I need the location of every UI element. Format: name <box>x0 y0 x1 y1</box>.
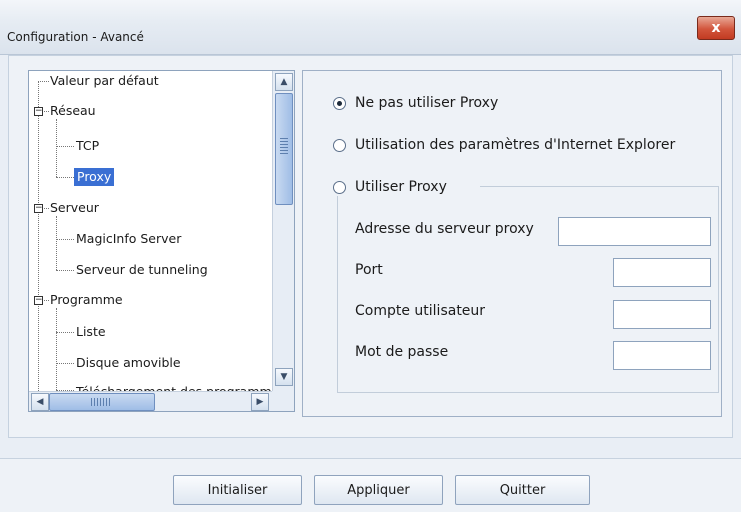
scrollbar-corner <box>272 391 294 411</box>
proxy-address-input[interactable] <box>558 217 711 246</box>
tree-connector <box>38 81 49 82</box>
tree-view[interactable]: − − − Valeur par défaut Réseau TCP Proxy… <box>29 71 272 391</box>
apply-button[interactable]: Appliquer <box>314 475 443 505</box>
radio-no-proxy[interactable] <box>333 97 346 110</box>
radio-no-proxy-label[interactable]: Ne pas utiliser Proxy <box>355 95 498 111</box>
radio-use-proxy-label[interactable]: Utiliser Proxy <box>355 179 447 195</box>
arrow-right-icon: ▶ <box>256 397 264 407</box>
arrow-up-icon: ▲ <box>280 77 288 87</box>
collapse-toggle-programme[interactable]: − <box>34 296 43 305</box>
tree-connector <box>56 239 74 240</box>
tree-connector <box>42 300 49 301</box>
tree-item-tcp[interactable]: TCP <box>76 137 99 155</box>
tree-item-valeur-par-defaut[interactable]: Valeur par défaut <box>50 72 159 90</box>
thumb-grip <box>280 141 288 142</box>
tree-connector <box>56 363 74 364</box>
tree-item-programme[interactable]: Programme <box>50 291 123 309</box>
arrow-left-icon: ◀ <box>36 397 44 407</box>
quit-button[interactable]: Quitter <box>455 475 590 505</box>
tree-connector <box>38 81 39 391</box>
tree-item-liste[interactable]: Liste <box>76 323 106 341</box>
user-account-label: Compte utilisateur <box>355 303 486 319</box>
title-bar: Configuration - Avancé x <box>0 0 741 55</box>
scroll-right-button[interactable]: ▶ <box>251 393 269 411</box>
radio-ie-settings[interactable] <box>333 139 346 152</box>
vertical-scroll-thumb[interactable] <box>275 93 293 205</box>
tree-item-magicinfo-server[interactable]: MagicInfo Server <box>76 230 181 248</box>
tree-connector <box>56 308 57 391</box>
radio-selected-dot <box>337 101 342 106</box>
proxy-address-label: Adresse du serveur proxy <box>355 221 534 237</box>
tree-connector <box>56 146 74 147</box>
tree-connector <box>42 208 49 209</box>
thumb-grip <box>109 398 110 406</box>
tree-connector <box>56 119 57 177</box>
scroll-up-button[interactable]: ▲ <box>275 73 293 91</box>
tree-connector <box>56 332 74 333</box>
thumb-grip <box>91 398 92 406</box>
scroll-left-button[interactable]: ◀ <box>31 393 49 411</box>
thumb-grip <box>94 398 95 406</box>
settings-tree[interactable]: − − − Valeur par défaut Réseau TCP Proxy… <box>28 70 295 412</box>
thumb-grip <box>103 398 104 406</box>
thumb-grip <box>280 153 288 154</box>
user-account-input[interactable] <box>613 300 711 329</box>
radio-use-proxy[interactable] <box>333 181 346 194</box>
horizontal-scrollbar[interactable]: ◀ ▶ <box>29 391 272 411</box>
tree-item-telechargement[interactable]: Téléchargement des programmes <box>76 383 272 391</box>
radio-ie-settings-label[interactable]: Utilisation des paramètres d'Internet Ex… <box>355 137 675 153</box>
tree-connector <box>56 177 74 178</box>
tree-connector <box>56 270 74 271</box>
port-label: Port <box>355 262 383 278</box>
tree-item-disque-amovible[interactable]: Disque amovible <box>76 354 181 372</box>
window-title: Configuration - Avancé <box>7 30 144 44</box>
collapse-toggle-serveur[interactable]: − <box>34 204 43 213</box>
thumb-grip <box>280 147 288 148</box>
thumb-grip <box>280 150 288 151</box>
collapse-toggle-reseau[interactable]: − <box>34 107 43 116</box>
port-input[interactable] <box>613 258 711 287</box>
thumb-grip <box>100 398 101 406</box>
vertical-scrollbar[interactable]: ▲ ▼ <box>272 71 294 391</box>
minus-icon: − <box>35 295 43 305</box>
scroll-down-button[interactable]: ▼ <box>275 368 293 386</box>
close-button[interactable]: x <box>697 16 735 40</box>
minus-icon: − <box>35 106 43 116</box>
tree-item-serveur-de-tunneling[interactable]: Serveur de tunneling <box>76 261 208 279</box>
tree-item-reseau[interactable]: Réseau <box>50 102 96 120</box>
reset-button[interactable]: Initialiser <box>173 475 302 505</box>
thumb-grip <box>280 144 288 145</box>
thumb-grip <box>106 398 107 406</box>
arrow-down-icon: ▼ <box>280 372 288 382</box>
minus-icon: − <box>35 203 43 213</box>
tree-item-serveur[interactable]: Serveur <box>50 199 99 217</box>
password-input[interactable] <box>613 341 711 370</box>
tree-item-proxy[interactable]: Proxy <box>74 168 115 186</box>
tree-connector <box>42 111 49 112</box>
thumb-grip <box>97 398 98 406</box>
close-icon: x <box>711 20 721 36</box>
horizontal-scroll-thumb[interactable] <box>49 393 155 411</box>
password-label: Mot de passe <box>355 344 449 360</box>
tree-connector <box>56 216 57 270</box>
thumb-grip <box>280 138 288 139</box>
